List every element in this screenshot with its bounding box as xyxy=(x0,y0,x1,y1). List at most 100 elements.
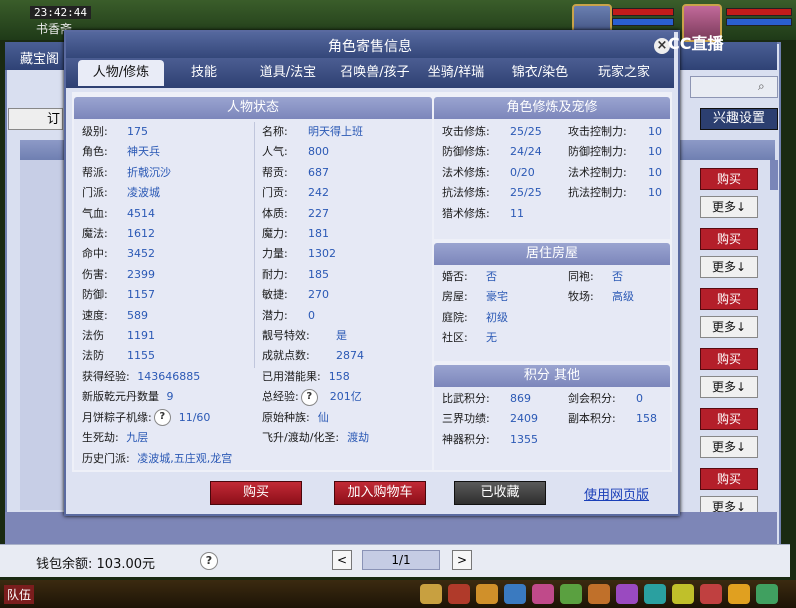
stat-value: 2874 xyxy=(336,349,364,363)
field-value: 0/20 xyxy=(510,165,535,179)
interest-settings-button[interactable]: 兴趣设置 xyxy=(700,108,778,130)
info-row: 神器积分: 1355 xyxy=(442,430,668,450)
pet-hp-bar xyxy=(612,8,674,16)
field-label: 婚否: xyxy=(442,270,468,283)
taskbar-icon[interactable] xyxy=(700,584,722,604)
favorited-button[interactable]: 已收藏 xyxy=(454,481,546,505)
taskbar-icon[interactable] xyxy=(476,584,498,604)
taskbar-icon[interactable] xyxy=(560,584,582,604)
stat-label: 潜力: xyxy=(262,308,288,322)
stat-value: 折戟沉沙 xyxy=(127,165,171,179)
tab-player-home[interactable]: 玩家之家 xyxy=(588,60,660,86)
stat-value: 1302 xyxy=(308,247,336,261)
listing-buy-button[interactable]: 购买 xyxy=(700,348,758,370)
stat-label: 魔力: xyxy=(262,226,288,240)
stat-label: 门派: xyxy=(82,186,108,200)
add-to-cart-button[interactable]: 加入购物车 xyxy=(334,481,426,505)
taskbar-icon[interactable] xyxy=(504,584,526,604)
page-indicator: 1/1 xyxy=(362,550,440,570)
next-page-button[interactable]: > xyxy=(452,550,472,570)
field-value: 10 xyxy=(648,145,662,159)
taskbar-icon[interactable] xyxy=(644,584,666,604)
status-left-column: 级别: 175 角色: 神天兵 帮派: 折戟沉沙 门派: 凌波城 气血: 4514 魔法: 1612 命… xyxy=(82,122,252,367)
listing-more-button[interactable]: 更多↓ xyxy=(700,196,758,218)
info-row: 人气: 800 xyxy=(262,142,430,162)
stat-label: 飞升/渡劫/化圣: xyxy=(262,431,340,445)
listing-buy-button[interactable]: 购买 xyxy=(700,168,758,190)
field-label: 抗法修炼: xyxy=(442,186,490,200)
tab-skills[interactable]: 技能 xyxy=(176,60,232,86)
field-label: 社区: xyxy=(442,331,468,345)
pet-mp-bar xyxy=(612,18,674,26)
tab-mounts[interactable]: 坐骑/祥瑞 xyxy=(420,60,492,86)
taskbar-icon[interactable] xyxy=(616,584,638,604)
field-label: 神器积分: xyxy=(442,432,490,446)
prev-page-button[interactable]: < xyxy=(332,550,352,570)
help-icon[interactable]: ? xyxy=(300,388,318,406)
field-label: 法术控制力: xyxy=(568,165,627,179)
field-label: 牧场: xyxy=(568,290,594,304)
listing-more-button[interactable]: 更多↓ xyxy=(700,256,758,278)
team-button[interactable]: 队伍 xyxy=(4,585,35,604)
stat-label: 新版乾元丹数量 xyxy=(82,390,159,404)
help-icon[interactable]: ? xyxy=(153,409,171,427)
column-divider xyxy=(254,122,255,368)
taskbar-icon[interactable] xyxy=(588,584,610,604)
listing-buy-button[interactable]: 购买 xyxy=(700,228,758,250)
order-button[interactable]: 订 xyxy=(8,108,63,130)
stat-label: 法伤 xyxy=(82,328,104,342)
taskbar-icon[interactable] xyxy=(532,584,554,604)
listing-buy-button[interactable]: 购买 xyxy=(700,288,758,310)
cc-live-logo: CC直播 xyxy=(668,34,724,53)
info-row: 防御修炼: 24/24 防御控制力: 10 xyxy=(442,142,668,162)
section-housing: 居住房屋 xyxy=(434,243,670,265)
info-row: 耐力: 185 xyxy=(262,265,430,285)
listing-more-button[interactable]: 更多↓ xyxy=(700,376,758,398)
info-row: 门贡: 242 xyxy=(262,183,430,203)
search-input[interactable] xyxy=(690,76,778,98)
tab-character-cultivation[interactable]: 人物/修炼 xyxy=(78,60,164,86)
info-row: 月饼粽子机缘:? 11/60 原始种族: 仙 xyxy=(82,408,430,428)
list-scrollbar[interactable] xyxy=(770,160,778,190)
listing-more-button[interactable]: 更多↓ xyxy=(700,316,758,338)
field-value: 否 xyxy=(486,270,497,283)
field-label: 副本积分: xyxy=(568,412,616,426)
housing-rows: 婚否: 否 同袍: 否房屋: 豪宅 牧场: 高级 庭院: 初级 社区: 无 xyxy=(442,267,668,349)
field-value: 否 xyxy=(612,270,623,283)
taskbar-icon[interactable] xyxy=(420,584,442,604)
use-web-version-link[interactable]: 使用网页版 xyxy=(584,484,649,503)
info-row: 抗法修炼: 25/25 抗法控制力: 10 xyxy=(442,183,668,203)
taskbar-icon[interactable] xyxy=(756,584,778,604)
taskbar-icon[interactable] xyxy=(672,584,694,604)
field-value: 869 xyxy=(510,392,531,405)
stat-label: 速度: xyxy=(82,308,108,322)
info-row: 防御: 1157 xyxy=(82,285,252,305)
info-row: 伤害: 2399 xyxy=(82,265,252,285)
stat-value: 1157 xyxy=(127,288,155,302)
info-row: 角色: 神天兵 xyxy=(82,142,252,162)
tab-items-treasures[interactable]: 道具/法宝 xyxy=(248,60,328,86)
help-icon[interactable]: ? xyxy=(200,552,218,570)
stat-label: 魔法: xyxy=(82,226,108,240)
taskbar-icon[interactable] xyxy=(728,584,750,604)
stat-value: 1155 xyxy=(127,349,155,363)
stat-value: 明天得上班 xyxy=(308,125,363,138)
search-icon[interactable]: ⌕ xyxy=(758,79,765,94)
field-label: 比武积分: xyxy=(442,392,490,405)
tab-costumes[interactable]: 锦衣/染色 xyxy=(502,60,578,86)
buy-button[interactable]: 购买 xyxy=(210,481,302,505)
section-character-status: 人物状态 xyxy=(74,97,432,119)
stat-value: 1191 xyxy=(127,328,155,342)
stat-label: 帮派: xyxy=(82,165,108,179)
listing-more-button[interactable]: 更多↓ xyxy=(700,436,758,458)
field-label: 防御修炼: xyxy=(442,145,490,159)
taskbar-icon[interactable] xyxy=(448,584,470,604)
stat-value: 158 xyxy=(328,370,350,383)
listing-buy-button[interactable]: 购买 xyxy=(700,468,758,490)
stat-label: 防御: xyxy=(82,288,108,302)
listing-buy-button[interactable]: 购买 xyxy=(700,408,758,430)
treasure-pavilion-title: 藏宝阁 xyxy=(20,52,60,67)
tab-summons-children[interactable]: 召唤兽/孩子 xyxy=(330,60,420,86)
stat-label: 总经验: xyxy=(262,390,299,404)
info-row: 帮派: 折戟沉沙 xyxy=(82,163,252,183)
